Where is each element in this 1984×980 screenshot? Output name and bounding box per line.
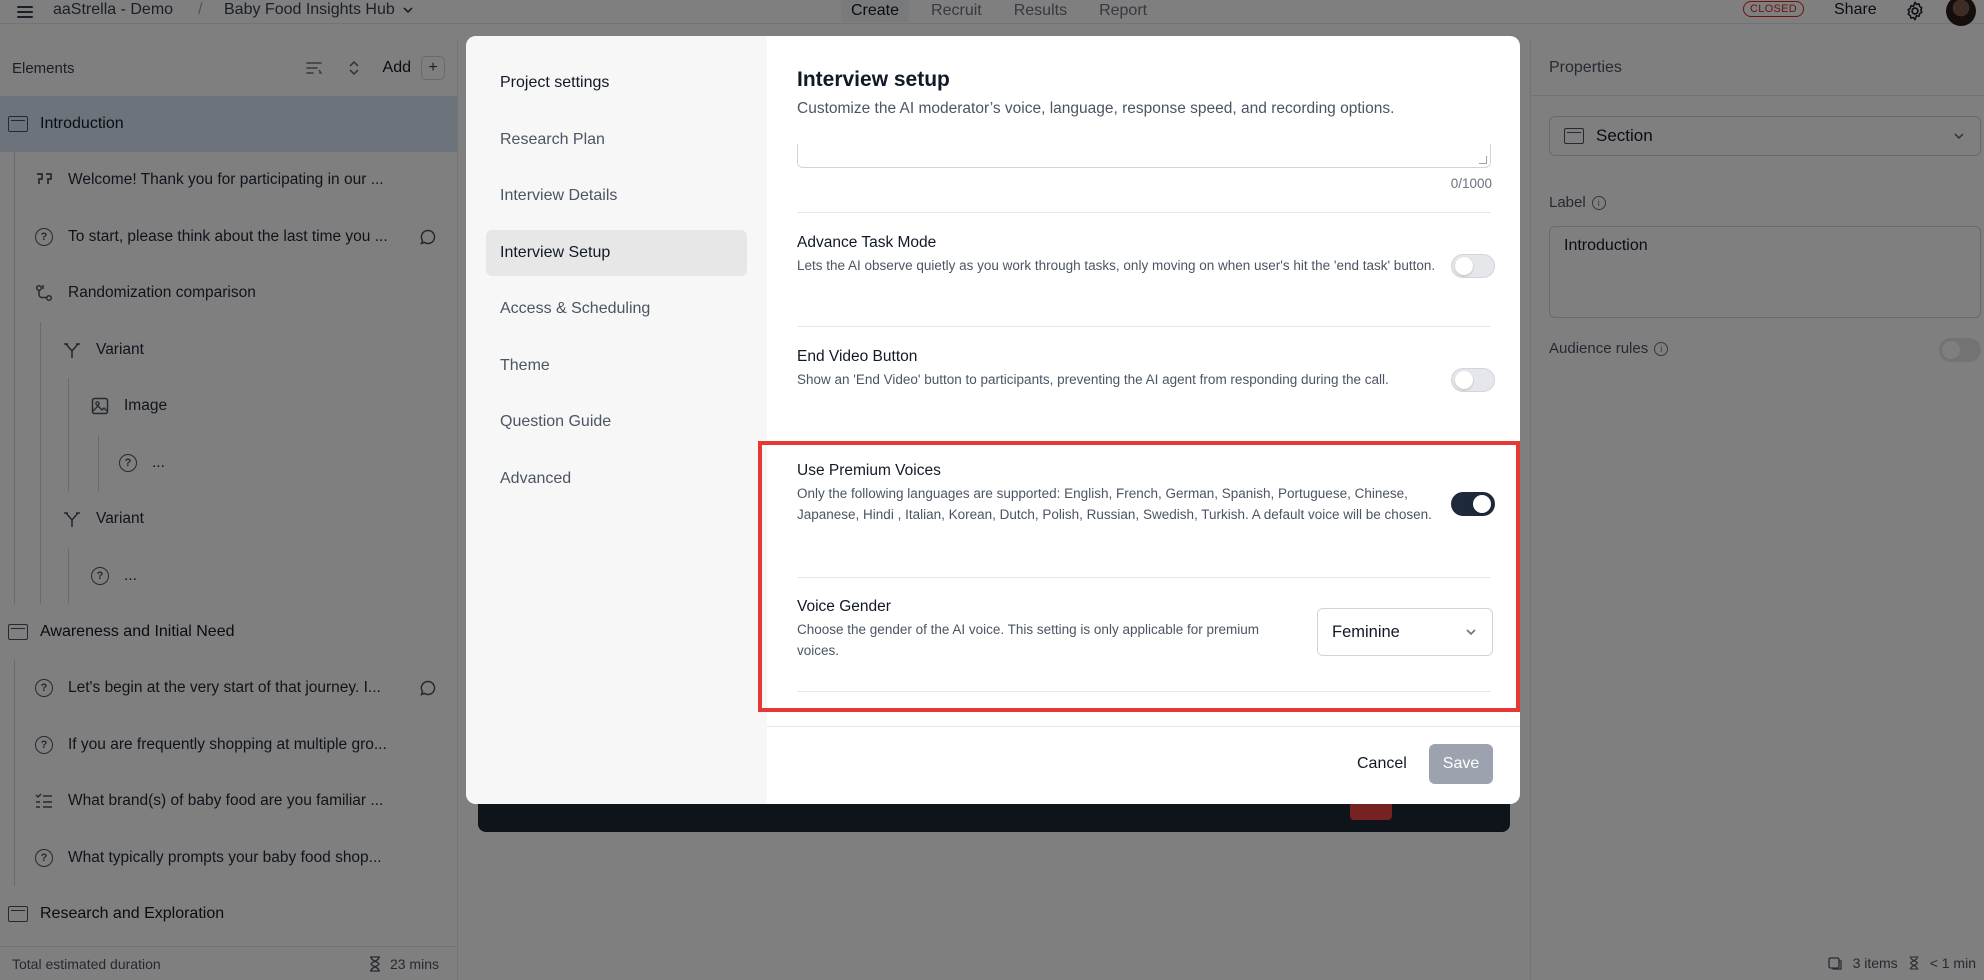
nav-research-plan[interactable]: Research Plan (486, 117, 747, 163)
toggle-knob (1455, 371, 1473, 389)
cancel-button[interactable]: Cancel (1345, 744, 1419, 784)
divider (797, 577, 1491, 578)
instructions-textarea[interactable] (797, 144, 1491, 168)
nav-interview-details[interactable]: Interview Details (486, 173, 747, 219)
toggle-knob (1473, 495, 1491, 513)
settings-nav: Project settings Research Plan Interview… (466, 36, 767, 804)
premium-voices-toggle[interactable] (1451, 492, 1495, 516)
end-video-toggle[interactable] (1451, 368, 1495, 392)
nav-project-settings[interactable]: Project settings (486, 60, 747, 106)
toggle-knob (1455, 257, 1473, 275)
settings-content: Interview setup Customize the AI moderat… (767, 36, 1520, 804)
page-title: Interview setup (797, 68, 950, 91)
nav-theme[interactable]: Theme (486, 343, 747, 389)
divider (797, 326, 1491, 327)
divider (797, 212, 1491, 213)
chevron-down-icon (1466, 629, 1476, 636)
save-button[interactable]: Save (1429, 744, 1493, 784)
resize-handle-icon[interactable] (1479, 156, 1487, 164)
page-subtitle: Customize the AI moderator’s voice, lang… (797, 100, 1395, 117)
setting-description: Show an 'End Video' button to participan… (797, 372, 1389, 387)
project-settings-modal: Project settings Research Plan Interview… (466, 36, 1520, 804)
advance-task-setting: Advance Task Mode Lets the AI observe qu… (797, 234, 1491, 276)
divider (797, 691, 1491, 692)
voice-gender-select[interactable]: Feminine (1317, 608, 1493, 656)
setting-description: Only the following languages are support… (797, 486, 1432, 522)
setting-title: End Video Button (797, 348, 918, 365)
nav-access-scheduling[interactable]: Access & Scheduling (486, 286, 747, 332)
nav-advanced[interactable]: Advanced (486, 456, 747, 502)
setting-title: Advance Task Mode (797, 234, 937, 251)
voice-gender-value: Feminine (1332, 622, 1400, 641)
premium-voices-setting: Use Premium Voices Only the following la… (797, 462, 1491, 525)
character-counter: 0/1000 (1450, 176, 1492, 191)
advance-task-toggle[interactable] (1451, 254, 1495, 278)
nav-question-guide[interactable]: Question Guide (486, 399, 747, 445)
divider (797, 441, 1491, 442)
setting-title: Use Premium Voices (797, 462, 941, 479)
nav-interview-setup[interactable]: Interview Setup (486, 229, 747, 276)
setting-description: Choose the gender of the AI voice. This … (797, 622, 1260, 658)
modal-footer-divider (767, 726, 1520, 727)
setting-description: Lets the AI observe quietly as you work … (797, 258, 1436, 273)
end-video-setting: End Video Button Show an 'End Video' but… (797, 348, 1491, 390)
